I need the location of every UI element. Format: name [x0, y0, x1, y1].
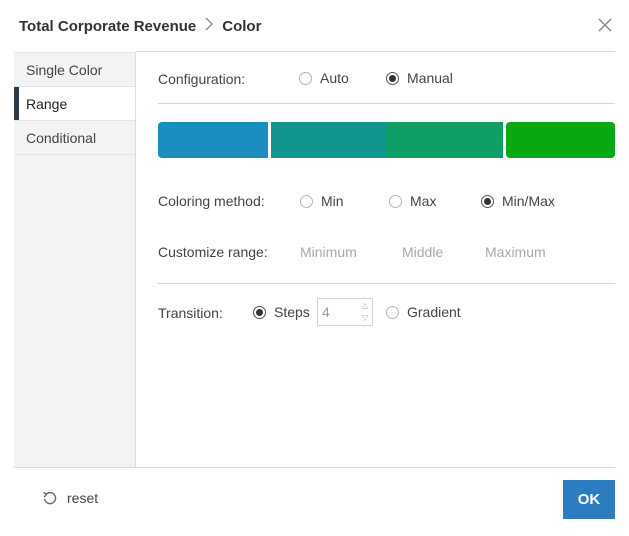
chevron-up-icon[interactable]: △ [362, 300, 368, 312]
color-range-segment-4[interactable] [506, 122, 615, 158]
radio-circle-icon [386, 305, 399, 319]
radio-circle-icon [389, 194, 402, 208]
radio-selected-icon [253, 305, 266, 319]
sidebar-item-label: Single Color [26, 62, 103, 78]
divider [158, 283, 615, 284]
sidebar-item-label: Conditional [26, 130, 97, 146]
method-max-radio[interactable]: Max [389, 193, 436, 209]
coloring-method-label: Coloring method: [158, 193, 265, 209]
color-range-segment-3[interactable] [386, 122, 503, 158]
radio-selected-icon [481, 194, 494, 208]
maximum-input[interactable]: Maximum [485, 244, 546, 260]
transition-gradient-radio[interactable]: Gradient [386, 304, 461, 320]
sidebar: Single Color Range Conditional [14, 52, 136, 468]
config-auto-radio[interactable]: Auto [299, 70, 349, 86]
stepper-arrows: △ ▽ [358, 299, 372, 325]
method-min-radio[interactable]: Min [300, 193, 344, 209]
radio-circle-icon [300, 194, 313, 208]
transition-steps-radio[interactable]: Steps [253, 304, 310, 320]
minimum-input[interactable]: Minimum [300, 244, 357, 260]
color-dialog: Total Corporate Revenue Color Single Col… [0, 0, 629, 536]
config-auto-label: Auto [320, 70, 349, 86]
method-min-label: Min [321, 193, 344, 209]
configuration-label: Configuration: [158, 71, 246, 87]
radio-circle-icon [299, 71, 312, 85]
breadcrumb-current: Color [222, 17, 262, 35]
color-range-segment-1[interactable] [158, 122, 268, 158]
divider [158, 103, 615, 104]
ok-button[interactable]: OK [563, 480, 615, 519]
radio-selected-icon [386, 71, 399, 85]
sidebar-item-label: Range [26, 96, 68, 112]
reset-label: reset [67, 490, 99, 506]
breadcrumb-root[interactable]: Total Corporate Revenue [19, 18, 196, 35]
color-range-segment-2[interactable] [271, 122, 386, 158]
undo-icon [43, 491, 57, 505]
chevron-down-icon[interactable]: ▽ [362, 312, 368, 324]
customize-range-label: Customize range: [158, 244, 268, 260]
method-minmax-label: Min/Max [502, 193, 555, 209]
steps-stepper[interactable]: 4 △ ▽ [317, 298, 373, 326]
color-range-bar [158, 122, 615, 158]
steps-value[interactable]: 4 [318, 299, 358, 325]
footer-divider [14, 467, 615, 468]
close-icon[interactable] [595, 15, 615, 35]
sidebar-item-conditional[interactable]: Conditional [14, 121, 135, 155]
reset-button[interactable]: reset [42, 490, 98, 506]
sidebar-item-range[interactable]: Range [14, 87, 135, 121]
transition-steps-label: Steps [274, 304, 310, 320]
middle-input[interactable]: Middle [402, 244, 443, 260]
breadcrumb: Total Corporate Revenue Color [19, 17, 261, 35]
sidebar-item-single-color[interactable]: Single Color [14, 53, 135, 87]
method-minmax-radio[interactable]: Min/Max [481, 193, 555, 209]
transition-label: Transition: [158, 305, 223, 321]
config-manual-label: Manual [407, 70, 453, 86]
method-max-label: Max [410, 193, 437, 209]
range-settings-panel: Configuration: Auto Manual Coloring meth… [136, 52, 615, 468]
dialog-header: Total Corporate Revenue Color [0, 0, 629, 52]
config-manual-radio[interactable]: Manual [386, 70, 453, 86]
transition-gradient-label: Gradient [407, 304, 461, 320]
chevron-right-icon [205, 17, 214, 35]
